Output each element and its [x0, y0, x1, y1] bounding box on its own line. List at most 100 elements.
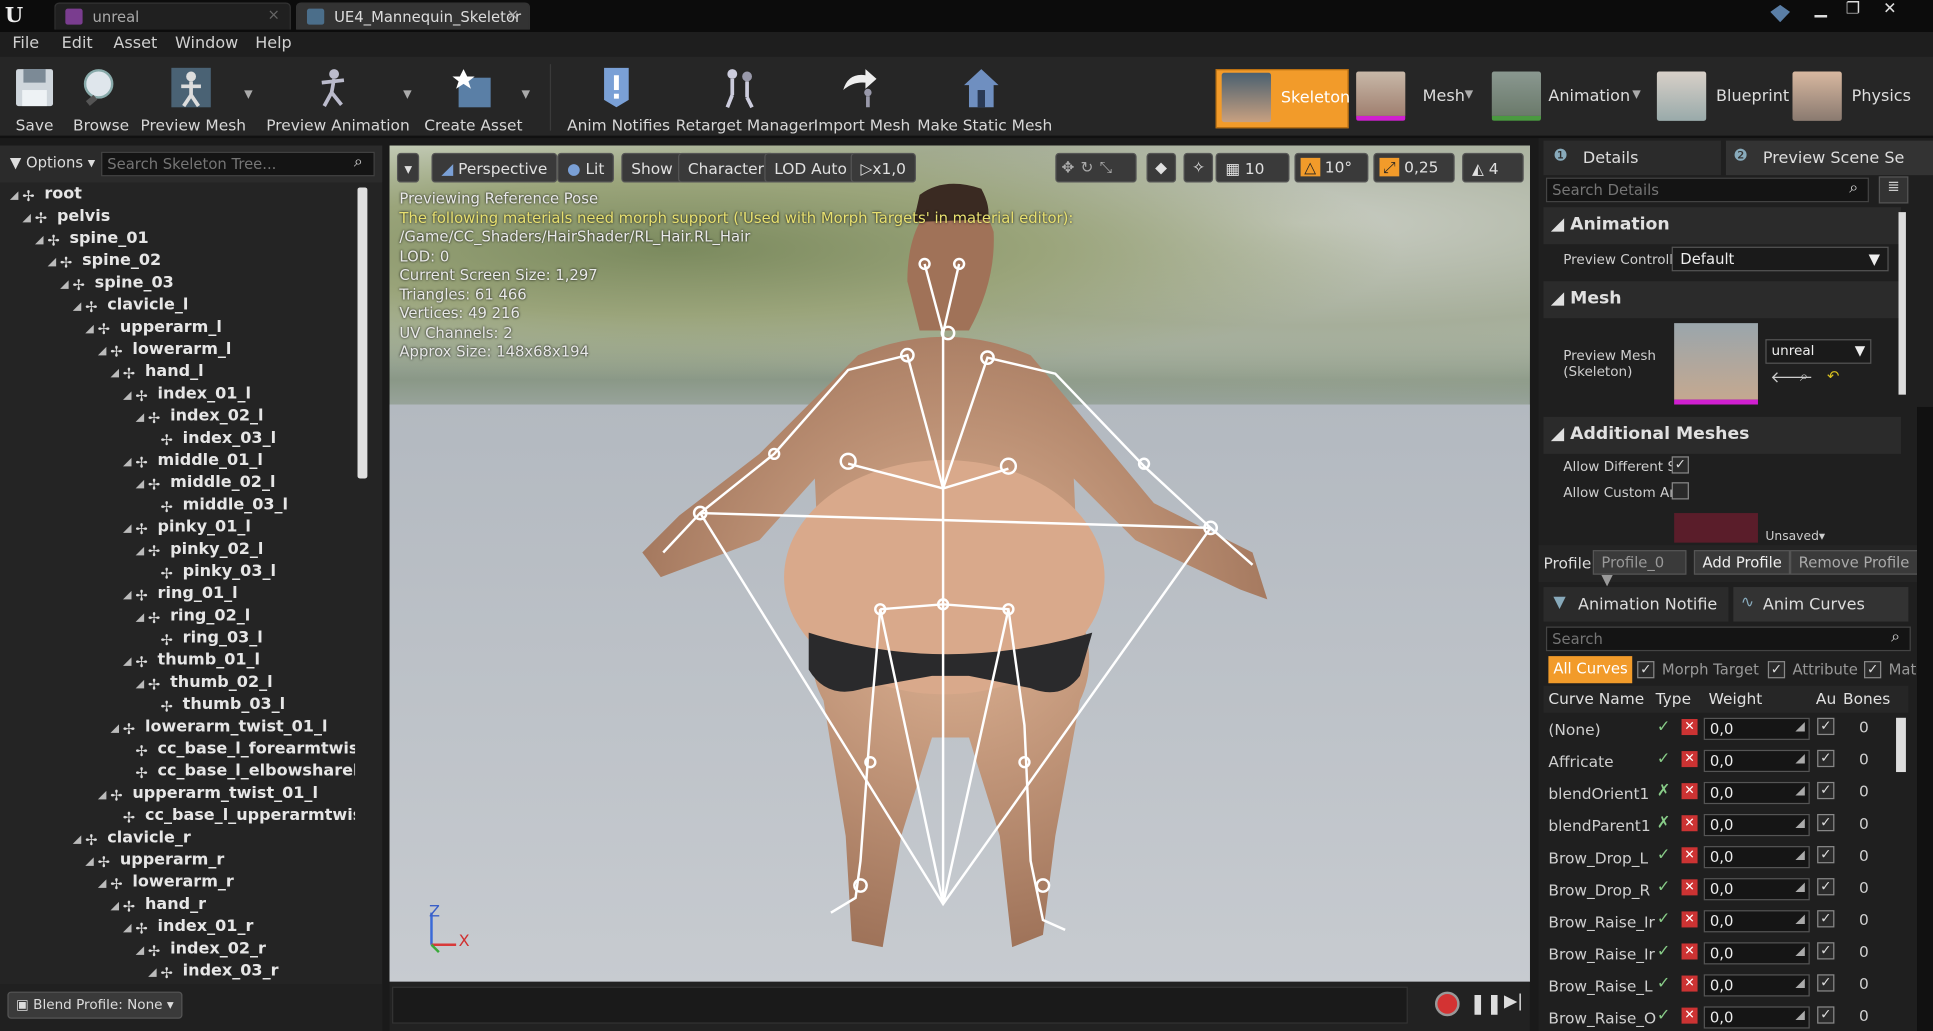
- bone-row[interactable]: ◢ ✢ spine_02: [0, 252, 355, 274]
- expand-arrow-icon[interactable]: ◢: [123, 523, 135, 535]
- bone-row[interactable]: ✢ middle_03_l: [0, 496, 355, 518]
- auto-checkbox[interactable]: ✓: [1817, 910, 1835, 928]
- curve-row[interactable]: Brow_Raise_Ir ✓ ✕ 0,0 ◢ ✓ 0: [1543, 905, 1901, 937]
- col-auto[interactable]: Au: [1816, 689, 1836, 707]
- curve-row[interactable]: Brow_Raise_Ir ✓ ✕ 0,0 ◢ ✓ 0: [1543, 937, 1901, 969]
- chevron-down-icon[interactable]: ▼: [521, 89, 530, 101]
- bone-row[interactable]: ◢ ✢ root: [0, 185, 355, 207]
- curve-row[interactable]: (None) ✓ ✕ 0,0 ◢ ✓ 0: [1543, 713, 1901, 745]
- rotation-snap-button[interactable]: △ 10°: [1294, 152, 1369, 183]
- additional-meshes-section[interactable]: ◢ Additional Meshes: [1543, 416, 1901, 454]
- tab-unreal[interactable]: unreal ×: [54, 2, 291, 30]
- expand-arrow-icon[interactable]: ◢: [73, 301, 85, 313]
- expand-arrow-icon[interactable]: ◢: [136, 945, 148, 957]
- preview-mesh-dropdown[interactable]: unreal ▼: [1765, 339, 1872, 364]
- expand-arrow-icon[interactable]: ◢: [136, 612, 148, 624]
- search-details-input[interactable]: [1545, 177, 1869, 203]
- weight-input[interactable]: 0,0 ◢: [1703, 878, 1810, 901]
- import-mesh-button[interactable]: Import Mesh: [814, 62, 910, 136]
- timeline-scrubber[interactable]: [392, 986, 1408, 1024]
- auto-checkbox[interactable]: ✓: [1817, 846, 1835, 864]
- auto-checkbox[interactable]: ✓: [1817, 813, 1835, 832]
- menu-edit[interactable]: Edit: [62, 35, 93, 53]
- grid-snap-button[interactable]: ▦ 10: [1215, 152, 1290, 183]
- morph-type-icon[interactable]: ✗: [1657, 814, 1670, 832]
- close-window-icon[interactable]: ✕: [1874, 0, 1906, 22]
- morph-type-icon[interactable]: ✓: [1657, 846, 1670, 864]
- menu-file[interactable]: File: [12, 35, 39, 53]
- pause-icon[interactable]: ❚❚: [1469, 992, 1502, 1015]
- expand-arrow-icon[interactable]: ◢: [110, 368, 122, 380]
- bone-row[interactable]: ◢ ✢ pinky_01_l: [0, 518, 355, 540]
- expand-arrow-icon[interactable]: ◢: [110, 723, 122, 735]
- bone-row[interactable]: ◢ ✢ middle_02_l: [0, 474, 355, 496]
- expand-arrow-icon[interactable]: ◢: [136, 678, 148, 690]
- expand-arrow-icon[interactable]: ◢: [123, 923, 135, 935]
- tab-preview-scene[interactable]: ❷ Preview Scene Se: [1725, 140, 1933, 176]
- mode-blueprint-button[interactable]: Blueprint: [1652, 69, 1789, 128]
- expand-arrow-icon[interactable]: ◢: [73, 834, 85, 846]
- weight-input[interactable]: 0,0 ◢: [1703, 813, 1810, 837]
- camera-speed-button[interactable]: ◭ 4: [1462, 152, 1524, 183]
- scale-snap-button[interactable]: ⤢ 0,25: [1373, 152, 1455, 183]
- bone-row[interactable]: ◢ ✢ index_02_l: [0, 407, 355, 429]
- bone-row[interactable]: ◢ ✢ clavicle_r: [0, 829, 355, 851]
- morph-type-icon[interactable]: ✓: [1657, 718, 1670, 736]
- delete-icon[interactable]: ✕: [1681, 847, 1698, 864]
- bone-row[interactable]: ◢ ✢ upperarm_r: [0, 851, 355, 873]
- move-icon[interactable]: ✥: [1061, 158, 1080, 176]
- curve-row[interactable]: Brow_Drop_L ✓ ✕ 0,0 ◢ ✓ 0: [1543, 841, 1901, 873]
- bone-row[interactable]: ✢ ring_03_l: [0, 629, 355, 651]
- expand-arrow-icon[interactable]: ◢: [10, 190, 22, 202]
- bone-row[interactable]: ✢ cc_base_l_upperarmtwist02: [0, 807, 355, 829]
- close-icon[interactable]: ×: [507, 6, 519, 23]
- menu-asset[interactable]: Asset: [113, 35, 157, 53]
- expand-arrow-icon[interactable]: ◢: [98, 789, 110, 801]
- bone-row[interactable]: ◢ ✢ hand_l: [0, 363, 355, 385]
- bone-row[interactable]: ✢ index_03_l: [0, 429, 355, 451]
- reset-icon[interactable]: ↶: [1827, 368, 1839, 385]
- delete-icon[interactable]: ✕: [1681, 751, 1698, 768]
- filter-all-curves[interactable]: All Curves: [1548, 656, 1633, 684]
- lod-button[interactable]: LOD Auto: [764, 152, 857, 183]
- tab-skeleton[interactable]: UE4_Mannequin_Skeletor ×: [295, 2, 531, 30]
- expand-arrow-icon[interactable]: ◢: [22, 212, 34, 224]
- auto-checkbox[interactable]: ✓: [1817, 749, 1835, 768]
- bone-row[interactable]: ◢ ✢ middle_01_l: [0, 451, 355, 473]
- browse-icon[interactable]: ⌕: [1800, 368, 1808, 386]
- allow-different-checkbox[interactable]: ✓: [1671, 456, 1689, 474]
- curves-scrollbar[interactable]: [1896, 717, 1906, 773]
- chevron-down-icon[interactable]: ▼: [1632, 89, 1641, 101]
- delete-icon[interactable]: ✕: [1681, 1007, 1698, 1024]
- delete-icon[interactable]: ✕: [1681, 943, 1698, 960]
- delete-icon[interactable]: ✕: [1681, 783, 1698, 800]
- animation-section[interactable]: ◢ Animation: [1543, 207, 1901, 245]
- expand-arrow-icon[interactable]: ◢: [123, 456, 135, 468]
- bone-row[interactable]: ◢ ✢ spine_03: [0, 274, 355, 296]
- bone-row[interactable]: ◢ ✢ upperarm_twist_01_l: [0, 784, 355, 806]
- menu-window[interactable]: Window: [175, 35, 238, 53]
- tree-scrollbar[interactable]: [357, 187, 368, 479]
- character-button[interactable]: Character: [678, 152, 774, 183]
- delete-icon[interactable]: ✕: [1681, 815, 1698, 832]
- expand-arrow-icon[interactable]: ◢: [98, 878, 110, 890]
- expand-arrow-icon[interactable]: ◢: [148, 967, 160, 979]
- chevron-down-icon[interactable]: ▼: [244, 89, 253, 101]
- options-button[interactable]: ▼ Options ▾: [10, 154, 95, 171]
- tab-anim-curves[interactable]: ∿ Anim Curves: [1733, 587, 1909, 622]
- scale-icon[interactable]: ⤡: [1100, 158, 1119, 176]
- remove-profile-button[interactable]: Remove Profile: [1790, 550, 1919, 575]
- delete-icon[interactable]: ✕: [1681, 975, 1698, 992]
- bone-row[interactable]: ✢ pinky_03_l: [0, 562, 355, 584]
- col-weight[interactable]: Weight: [1709, 689, 1763, 707]
- retarget-manager-button[interactable]: Retarget Manager: [676, 62, 814, 136]
- bone-row[interactable]: ✢ cc_base_l_elbowsharebone: [0, 762, 355, 784]
- delete-icon[interactable]: ✕: [1681, 911, 1698, 928]
- weight-input[interactable]: 0,0 ◢: [1703, 717, 1810, 740]
- transform-tools[interactable]: ✥↻⤡: [1055, 152, 1137, 183]
- lit-button[interactable]: ● Lit: [557, 152, 615, 183]
- world-space-button[interactable]: ◆: [1146, 152, 1176, 183]
- col-curve-name[interactable]: Curve Name: [1548, 689, 1644, 707]
- preview-animation-button[interactable]: Preview Animation: [266, 62, 410, 136]
- curve-row[interactable]: blendParent1 ✗ ✕ 0,0 ◢ ✓ 0: [1543, 809, 1901, 841]
